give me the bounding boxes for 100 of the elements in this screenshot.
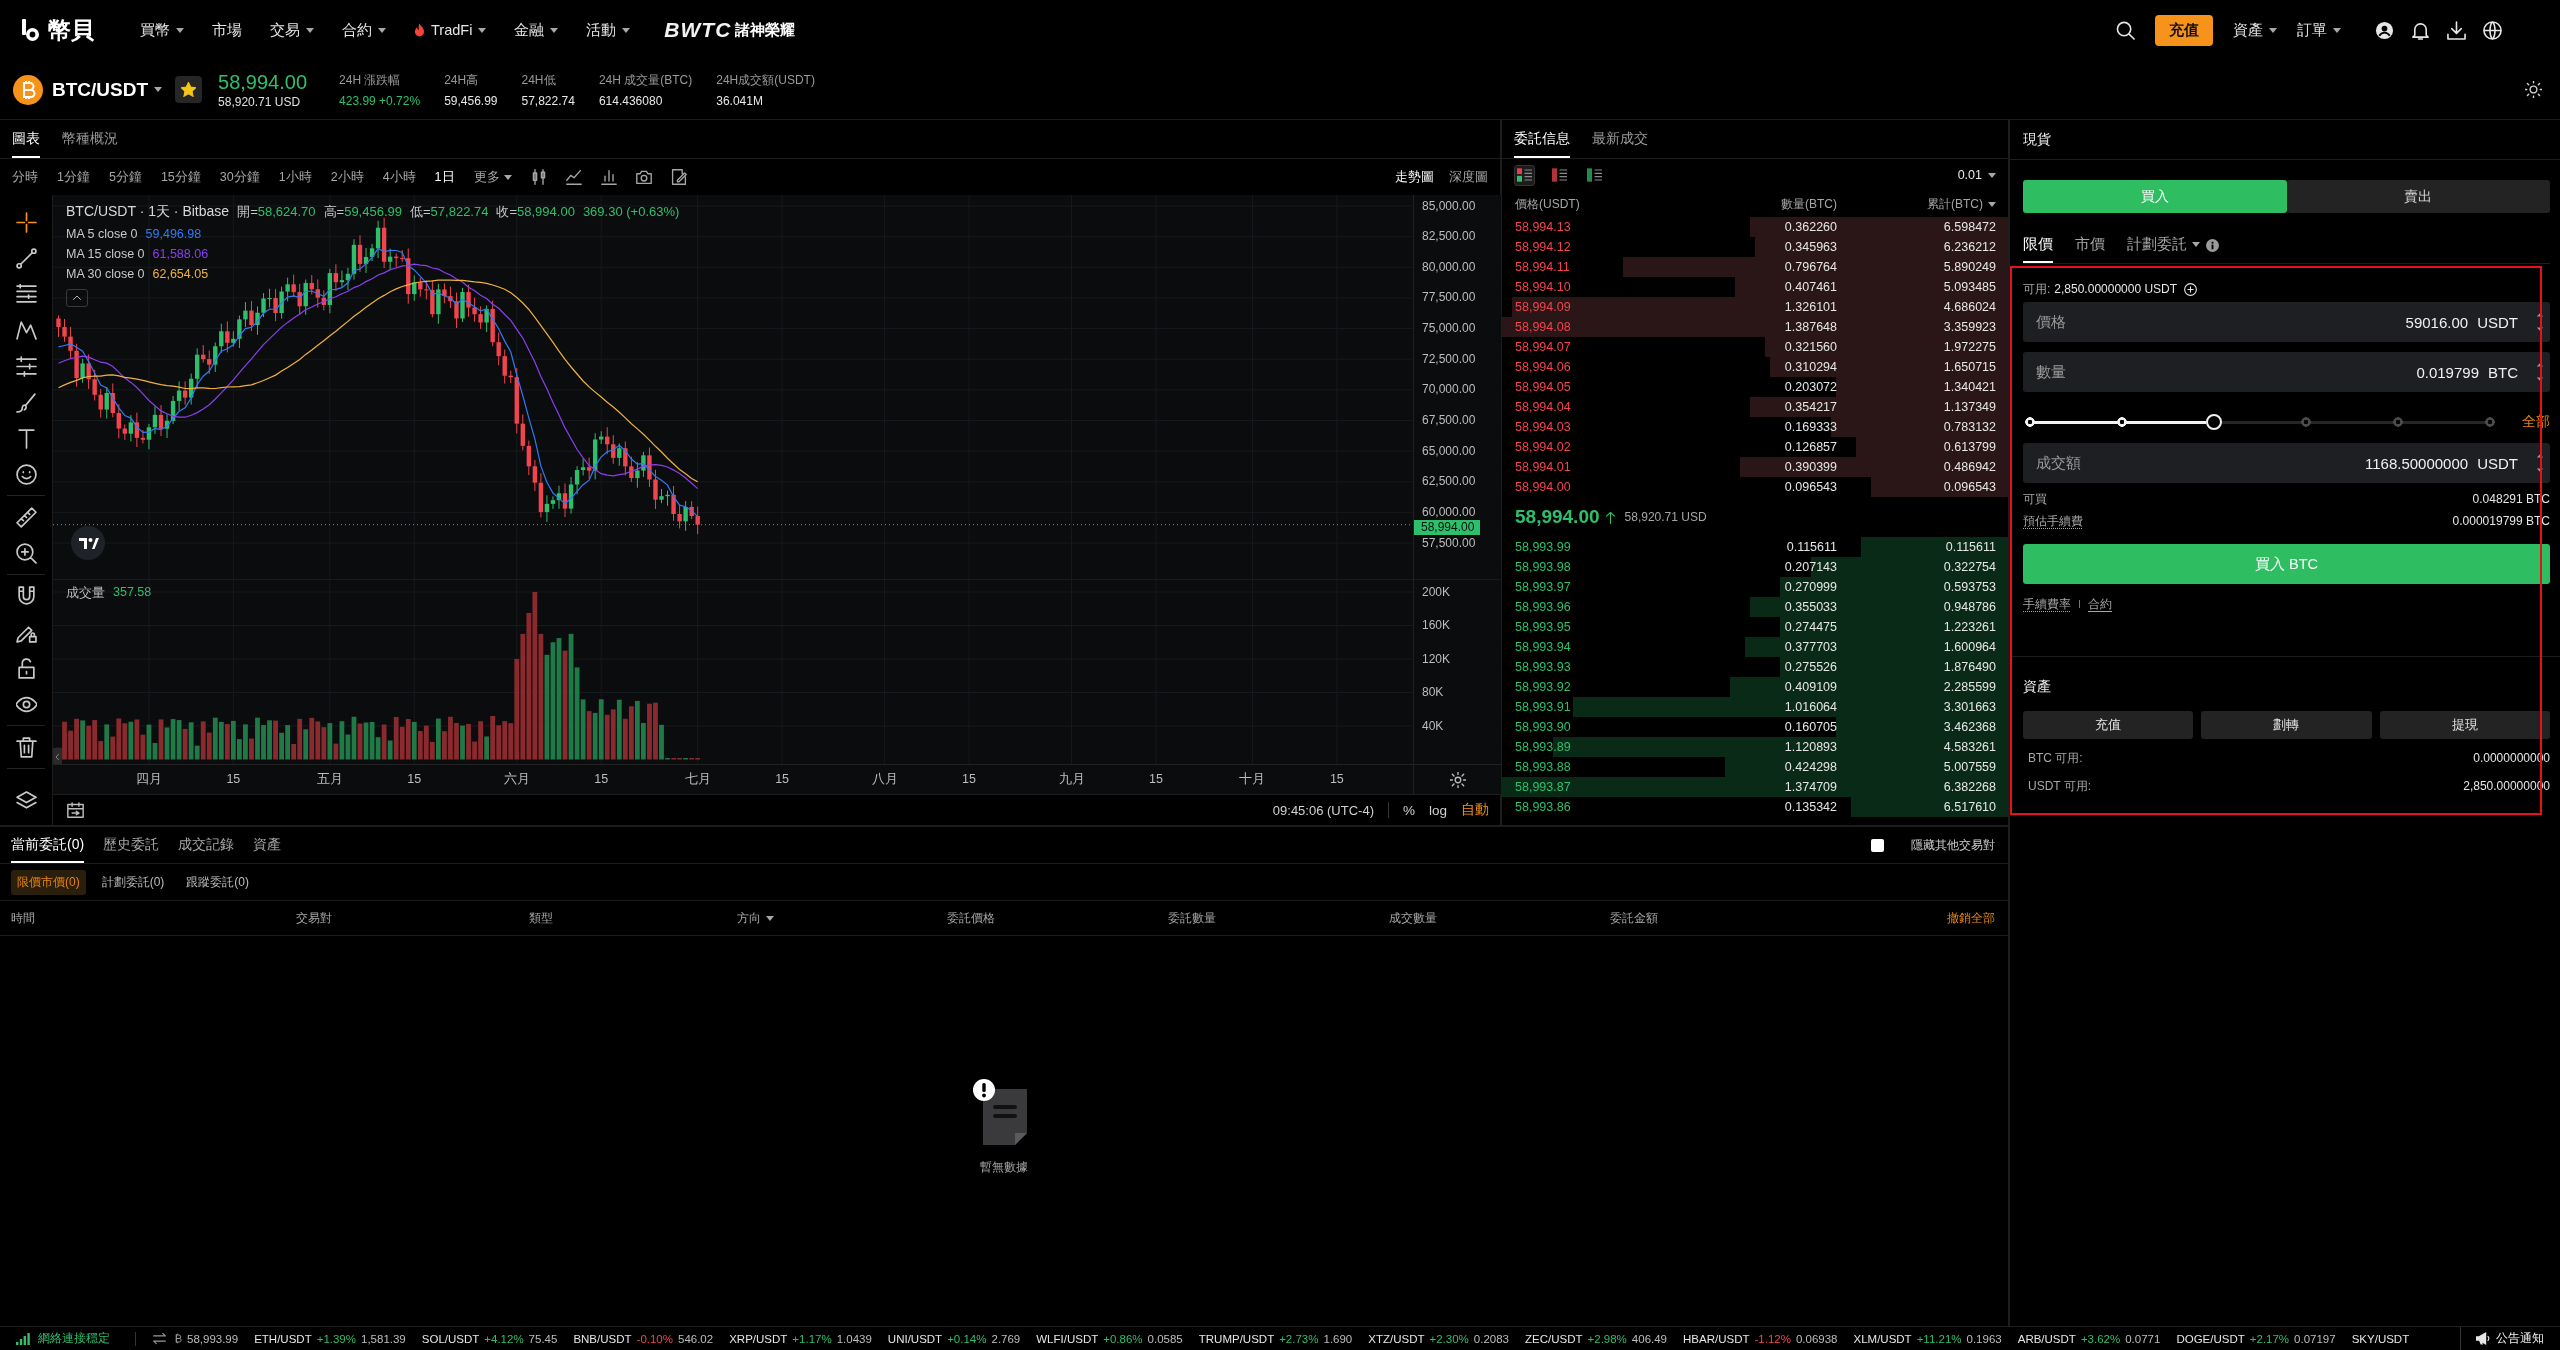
smiley-icon[interactable] — [15, 463, 37, 485]
nav-menu-item[interactable]: 金融 — [514, 20, 559, 40]
asset-action-button[interactable]: 充值 — [2023, 711, 2194, 739]
panel-tab[interactable]: 委託信息 — [1514, 120, 1570, 158]
bar-chart-icon[interactable] — [600, 169, 617, 185]
panel-tab[interactable]: 幣種概況 — [62, 120, 118, 158]
interval-tab[interactable]: 5分鐘 — [108, 168, 142, 186]
sun-icon[interactable] — [2525, 81, 2542, 98]
slider-track[interactable] — [2025, 417, 2495, 427]
ticker-pair[interactable]: SKY/USDT — [2351, 1332, 2410, 1345]
precision-dropdown[interactable]: 0.01 — [1957, 168, 1996, 182]
ticker-pair[interactable]: ARB/USDT — [2017, 1332, 2076, 1345]
panel-tab[interactable]: 圖表 — [12, 120, 40, 158]
input-field[interactable]: 數量 0.019799 BTC — [2023, 352, 2550, 392]
scale-option[interactable]: 自動 — [1461, 801, 1489, 819]
panel-tab[interactable]: 最新成交 — [1592, 120, 1648, 158]
order-type-tab[interactable]: 市價 — [2075, 227, 2105, 263]
interval-tab[interactable]: 2小時 — [330, 168, 364, 186]
checkbox[interactable] — [1871, 838, 1884, 852]
search-icon[interactable] — [2116, 20, 2135, 40]
ticker-pair[interactable]: HBAR/USDT — [1683, 1332, 1750, 1345]
magnet-icon[interactable] — [15, 585, 37, 607]
ticker-pair[interactable]: SOL/USDT — [421, 1332, 480, 1345]
interval-tab[interactable]: 30分鐘 — [219, 168, 260, 186]
orders-subtab[interactable]: 計劃委託(0) — [95, 869, 171, 895]
interval-tab[interactable]: 4小時 — [382, 168, 416, 186]
logo-icon[interactable] — [22, 19, 39, 41]
globe-icon[interactable] — [2483, 20, 2502, 40]
nav-menu-item[interactable]: 交易 — [270, 20, 314, 40]
nav-menu-item[interactable]: 資產 — [2233, 20, 2277, 40]
swap-icon[interactable] — [153, 1332, 166, 1345]
lock-icon[interactable] — [15, 657, 37, 679]
column-header[interactable]: 方向 — [737, 909, 774, 927]
promo-link[interactable]: BWTC 諸神榮耀 — [664, 18, 796, 42]
settings-icon[interactable] — [1449, 771, 1466, 788]
ticker-pair[interactable]: XRP/USDT — [729, 1332, 788, 1345]
announcement-link[interactable]: 公告通知 — [2496, 1330, 2544, 1347]
asset-action-button[interactable]: 劃轉 — [2201, 711, 2372, 739]
nav-menu-item[interactable]: 訂單 — [2297, 20, 2341, 40]
pattern-icon[interactable] — [15, 319, 37, 341]
ticker-pair[interactable]: XLM/USDT — [1853, 1332, 1912, 1345]
order-type-tab[interactable]: 計劃委託 — [2127, 227, 2200, 263]
nav-menu-item[interactable]: 活動 — [586, 20, 631, 40]
brand-name[interactable]: 幣貝 — [48, 14, 94, 46]
input-field[interactable]: 價格 59016.00 USDT — [2023, 302, 2550, 342]
ticker-pair[interactable]: TRUMP/USDT — [1198, 1332, 1275, 1345]
line-chart-icon[interactable] — [565, 169, 582, 185]
ticker-pair[interactable]: UNI/USDT — [887, 1332, 943, 1345]
camera-icon[interactable] — [635, 169, 652, 185]
interval-tab[interactable]: 1分鐘 — [57, 168, 90, 186]
text-link[interactable]: 手續費率 — [2023, 595, 2071, 613]
ticker-pair[interactable]: XTZ/USDT — [1368, 1332, 1425, 1345]
scale-option[interactable]: % — [1402, 802, 1415, 818]
orders-tab[interactable]: 成交記錄 — [178, 827, 235, 863]
orders-tab[interactable]: 資產 — [253, 827, 282, 863]
nav-menu-item[interactable]: 合約 — [342, 20, 386, 40]
asset-action-button[interactable]: 提現 — [2379, 711, 2550, 739]
interval-tab[interactable]: 分時 — [12, 168, 38, 186]
download-icon[interactable] — [2447, 20, 2466, 40]
nav-menu-item[interactable]: 買幣 — [140, 20, 184, 40]
scale-option[interactable]: log — [1429, 802, 1447, 818]
text-link[interactable]: 合約 — [2088, 595, 2112, 613]
edit-icon[interactable] — [670, 169, 687, 185]
crosshair-icon[interactable] — [15, 211, 37, 233]
ruler-icon[interactable] — [15, 506, 37, 528]
symbol-selector[interactable]: BTC/USDT — [52, 78, 163, 101]
chart-view-tab[interactable]: 走勢圖 — [1395, 168, 1434, 186]
nav-menu-item[interactable]: 市場 — [212, 20, 242, 40]
more-dropdown[interactable]: 更多 — [473, 168, 512, 186]
input-field[interactable]: 成交額 1168.50000000 USDT — [2023, 443, 2550, 483]
orders-tab[interactable]: 當前委託(0) — [11, 827, 85, 863]
info-icon[interactable] — [2206, 238, 2219, 252]
nav-menu-item[interactable]: TradFi — [414, 22, 487, 38]
zoom-in-icon[interactable] — [15, 542, 37, 564]
cancel-all-link[interactable]: 撤銷全部 — [1947, 909, 1995, 927]
parallel-lines-icon[interactable] — [15, 355, 37, 377]
orders-subtab[interactable]: 限價市價(0) — [11, 869, 86, 895]
order-type-tab[interactable]: 限價 — [2023, 227, 2053, 263]
orders-subtab[interactable]: 跟蹤委託(0) — [180, 869, 255, 895]
column-header[interactable]: 累計(BTC) — [1927, 195, 1996, 213]
chart-view-tab[interactable]: 深度圖 — [1449, 168, 1488, 186]
ticker-pair[interactable]: ETH/USDT — [254, 1332, 312, 1345]
layers-icon[interactable] — [15, 790, 37, 812]
user-icon[interactable] — [2375, 20, 2394, 40]
orders-tab[interactable]: 歷史委託 — [103, 827, 160, 863]
candles-icon[interactable] — [530, 169, 547, 185]
bell-icon[interactable] — [2411, 20, 2430, 40]
text-tool-icon[interactable] — [15, 427, 37, 449]
calendar-icon[interactable] — [67, 801, 84, 819]
trash-icon[interactable] — [15, 736, 37, 758]
brush-icon[interactable] — [15, 391, 37, 413]
slider-thumb[interactable] — [2206, 414, 2222, 430]
ticker-pair[interactable]: ZEC/USDT — [1525, 1332, 1583, 1345]
interval-tab[interactable]: 1日 — [434, 168, 455, 186]
interval-tab[interactable]: 1小時 — [278, 168, 312, 186]
deposit-button[interactable]: 充值 — [2155, 14, 2213, 46]
book-view-button[interactable] — [1514, 164, 1535, 186]
ticker-pair[interactable]: WLFI/USDT — [1036, 1332, 1099, 1345]
side-tab[interactable]: 賣出 — [2286, 180, 2550, 213]
ticker-pair[interactable]: BNB/USDT — [573, 1332, 632, 1345]
